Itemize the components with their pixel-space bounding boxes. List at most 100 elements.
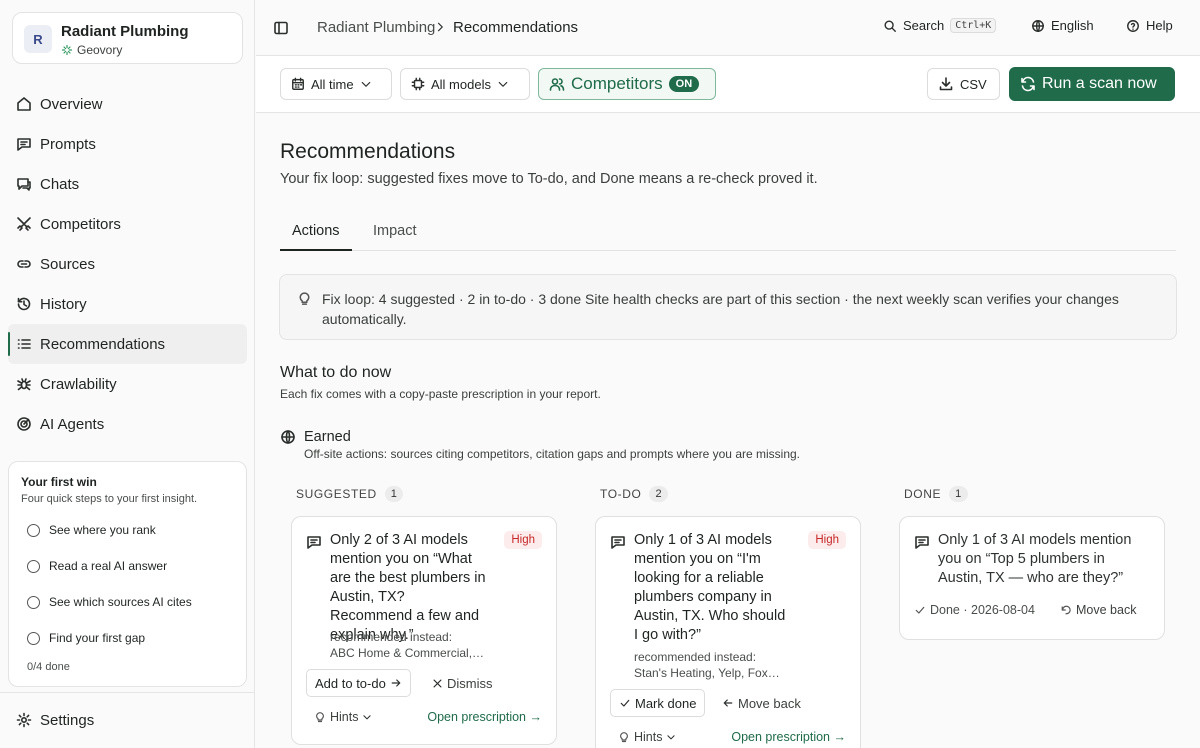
competitors-toggle[interactable]: Competitors ON — [538, 68, 716, 100]
search-icon — [884, 19, 896, 32]
chat-icon — [17, 178, 31, 191]
breadcrumb-parent[interactable]: Radiant Plumbing — [317, 19, 435, 36]
time-range-select[interactable]: All time — [280, 68, 392, 100]
sidebar-item-label: AI Agents — [40, 415, 105, 433]
recommendation-card-suggested: Only 2 of 3 AI models mention you on “Wh… — [291, 516, 557, 745]
column-header-suggested: SUGGESTED 1 — [296, 486, 404, 502]
search-button[interactable]: Search Ctrl+K — [883, 18, 997, 33]
tab-actions[interactable]: Actions — [280, 213, 352, 251]
sidebar-item-label: Prompts — [40, 135, 96, 153]
sidebar-item-label: Settings — [40, 711, 95, 729]
gear-icon — [16, 712, 32, 728]
sidebar-item-label: Competitors — [40, 215, 121, 233]
done-date: Done · 2026-08-04 — [914, 603, 1035, 617]
mark-done-button[interactable]: Mark done — [610, 689, 706, 717]
account-avatar: R — [24, 25, 52, 53]
sidebar-item-recommendations[interactable]: Recommendations — [8, 324, 247, 364]
message-icon — [307, 536, 321, 549]
column-count: 2 — [649, 486, 669, 502]
link-icon — [17, 260, 31, 268]
main-content: Recommendations Your fix loop: suggested… — [256, 113, 1200, 748]
sidebar-item-ai-agents[interactable]: AI Agents — [8, 404, 247, 444]
close-icon — [433, 679, 442, 687]
tab-bar: Actions Impact — [280, 213, 1176, 251]
step-radio[interactable] — [27, 595, 40, 609]
workspace-label: Geovory — [61, 43, 122, 57]
section-subtitle: Each fix comes with a copy-paste prescri… — [280, 387, 601, 401]
first-win-step[interactable]: See which sources AI cites — [27, 595, 192, 609]
run-scan-button[interactable]: Run a scan now — [1009, 67, 1175, 101]
sidebar-item-crawlability[interactable]: Crawlability — [8, 364, 247, 404]
column-count: 1 — [384, 486, 404, 502]
open-prescription-link[interactable]: Open prescription → — [731, 730, 846, 744]
check-icon — [915, 606, 925, 614]
sidebar-item-label: History — [40, 295, 87, 313]
help-circle-icon — [1127, 19, 1139, 32]
move-back-button[interactable]: Move back — [714, 689, 809, 717]
sidebar-divider — [0, 692, 255, 693]
message-icon — [611, 536, 625, 549]
sidebar-item-prompts[interactable]: Prompts — [8, 124, 247, 164]
arrow-right-icon — [391, 679, 401, 687]
help-button[interactable]: Help — [1126, 18, 1173, 33]
open-prescription-link[interactable]: Open prescription → — [427, 710, 542, 724]
sidebar-item-chats[interactable]: Chats — [8, 164, 247, 204]
chevron-down-icon — [498, 81, 508, 87]
first-win-step[interactable]: Read a real AI answer — [27, 559, 167, 573]
sidebar-item-overview[interactable]: Overview — [8, 84, 247, 124]
account-switcher[interactable]: R Radiant Plumbing Geovory — [12, 12, 243, 64]
page-subtitle: Your fix loop: suggested fixes move to T… — [280, 171, 818, 187]
column-count: 1 — [949, 486, 968, 502]
sidebar-item-label: Crawlability — [40, 375, 117, 393]
tab-impact[interactable]: Impact — [361, 213, 429, 251]
globe-icon — [1032, 19, 1044, 32]
competitors-state-badge: ON — [668, 76, 700, 92]
language-selector[interactable]: English — [1031, 18, 1094, 33]
sidebar-item-history[interactable]: History — [8, 284, 247, 324]
sidebar-item-sources[interactable]: Sources — [8, 244, 247, 284]
models-select[interactable]: All models — [400, 68, 530, 100]
sidebar-toggle-button[interactable] — [273, 20, 289, 36]
sidebar-item-label: Overview — [40, 95, 103, 113]
users-icon — [549, 78, 565, 91]
sidebar-item-settings[interactable]: Settings — [8, 700, 247, 740]
globe-icon — [281, 430, 295, 444]
sidebar: R Radiant Plumbing Geovory Overview Prom… — [0, 0, 255, 748]
first-win-subtitle: Four quick steps to your first insight. — [21, 493, 198, 505]
section-title: What to do now — [280, 364, 392, 381]
hints-toggle[interactable]: Hints — [618, 730, 676, 744]
first-win-panel: Your first win Four quick steps to your … — [8, 461, 247, 687]
search-shortcut: Ctrl+K — [950, 18, 997, 33]
step-radio[interactable] — [27, 559, 40, 573]
chevron-down-icon — [667, 735, 676, 740]
step-radio[interactable] — [27, 523, 40, 537]
sidebar-item-competitors[interactable]: Competitors — [8, 204, 247, 244]
message-icon — [17, 138, 31, 151]
sparkle-icon — [61, 44, 73, 56]
earned-title: Earned — [304, 429, 351, 445]
lightbulb-icon — [620, 732, 628, 743]
lightbulb-icon — [299, 292, 310, 305]
earned-subtitle: Off-site actions: sources citing competi… — [304, 447, 801, 461]
dismiss-button[interactable]: Dismiss — [424, 669, 501, 697]
panel-left-icon — [274, 21, 288, 35]
move-back-button[interactable]: Move back — [1060, 603, 1136, 617]
filter-bar: All time All models Competitors ON CSV R… — [256, 56, 1200, 113]
add-to-todo-button[interactable]: Add to to-do — [306, 669, 411, 697]
sidebar-item-label: Sources — [40, 255, 96, 273]
first-win-step[interactable]: Find your first gap — [27, 631, 145, 645]
recommended-instead-label: recommended instead: — [330, 630, 453, 644]
csv-export-button[interactable]: CSV — [927, 68, 1000, 100]
recommendation-card-done: Only 1 of 3 AI models mention you on “To… — [899, 516, 1165, 640]
sidebar-item-label: Chats — [40, 175, 80, 193]
cpu-icon — [411, 77, 425, 91]
history-icon — [17, 297, 31, 311]
recommended-instead-value: ABC Home & Commercial, … — [330, 646, 486, 660]
first-win-title: Your first win — [21, 475, 97, 489]
hints-toggle[interactable]: Hints — [314, 710, 372, 724]
check-icon — [620, 699, 630, 707]
chevron-right-icon — [437, 22, 443, 32]
step-radio[interactable] — [27, 631, 40, 645]
first-win-step[interactable]: See where you rank — [27, 523, 156, 537]
fix-loop-banner: Fix loop: 4 suggested · 2 in to-do · 3 d… — [279, 274, 1177, 340]
